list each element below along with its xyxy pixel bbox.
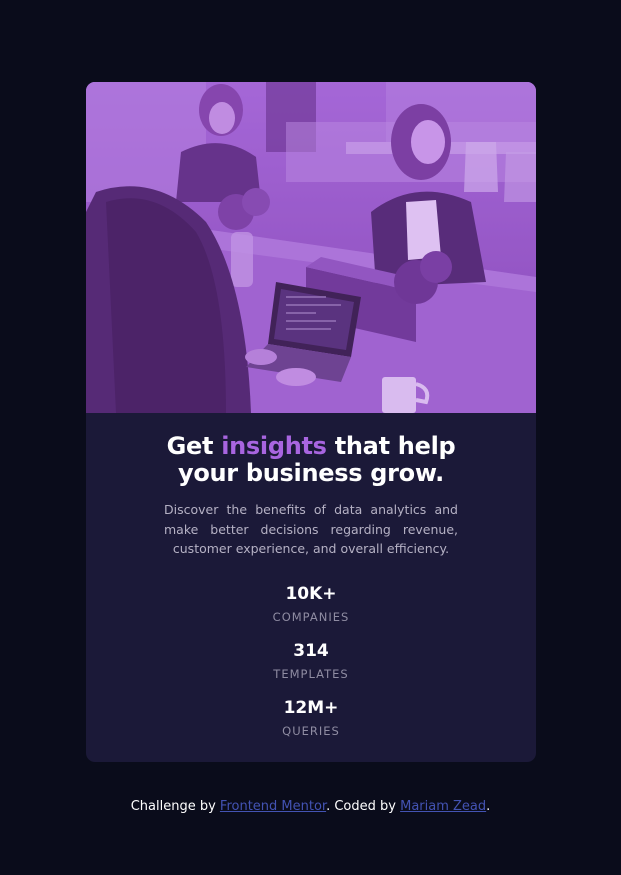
stat-label: TEMPLATES: [273, 667, 349, 681]
headline-accent: insights: [221, 432, 327, 460]
stat-queries: 12M+ QUERIES: [86, 698, 536, 738]
stat-label: COMPANIES: [272, 610, 350, 624]
stat-templates: 314 TEMPLATES: [86, 641, 536, 681]
attribution: Challenge by Frontend Mentor. Coded by M…: [0, 799, 621, 814]
attribution-middle: . Coded by: [326, 799, 401, 814]
author-link[interactable]: Mariam Zead: [400, 799, 486, 814]
attribution-prefix: Challenge by: [130, 799, 220, 814]
frontend-mentor-link[interactable]: Frontend Mentor: [220, 799, 326, 814]
hero-image: [86, 82, 536, 413]
description: Discover the benefits of data analytics …: [164, 502, 458, 556]
headline: Get insights that help your business grow…: [86, 433, 536, 487]
stats-card: Get insights that help your business grow…: [86, 82, 536, 762]
attribution-suffix: .: [486, 799, 491, 814]
card-content: Get insights that help your business grow…: [86, 413, 536, 762]
stat-value: 10K+: [285, 584, 337, 604]
stat-value: 314: [293, 641, 329, 661]
headline-line-two: your business grow.: [177, 459, 445, 487]
stat-companies: 10K+ COMPANIES: [86, 584, 536, 624]
stat-value: 12M+: [283, 698, 339, 718]
headline-text-end: that help: [326, 432, 456, 460]
headline-text-start: Get: [166, 432, 222, 460]
stat-label: QUERIES: [282, 724, 340, 738]
